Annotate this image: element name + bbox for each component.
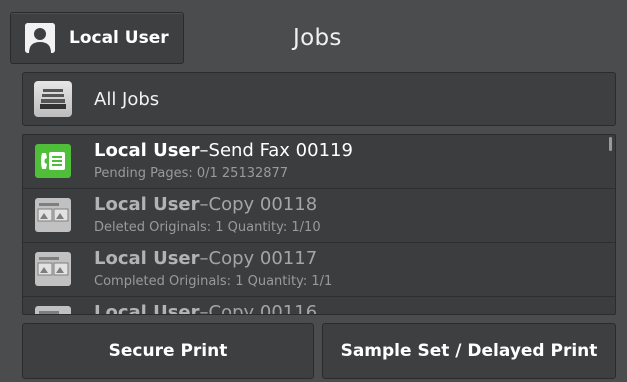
job-owner: Local User xyxy=(94,140,200,161)
job-name: Copy 00117 xyxy=(208,248,318,269)
job-detail: Deleted Originals: 1 Quantity: 1/10 xyxy=(94,220,321,235)
job-detail: Completed Originals: 1 Quantity: 1/1 xyxy=(94,274,333,289)
secure-print-button[interactable]: Secure Print xyxy=(22,323,314,379)
job-owner: Local User xyxy=(94,302,200,315)
job-list[interactable]: Local User–Send Fax 00119 Pending Pages:… xyxy=(22,134,616,315)
page-title: Jobs xyxy=(293,25,342,51)
user-avatar-icon xyxy=(25,23,55,53)
copy-icon xyxy=(35,198,71,232)
job-row[interactable]: Local User–Copy 00116 xyxy=(23,297,615,315)
copy-icon xyxy=(35,306,71,314)
all-jobs-label: All Jobs xyxy=(94,88,160,110)
job-name: Copy 00116 xyxy=(208,302,318,315)
job-name: Send Fax 00119 xyxy=(208,140,353,161)
copy-icon xyxy=(35,252,71,286)
user-button-label: Local User xyxy=(69,28,169,48)
job-owner: Local User xyxy=(94,194,200,215)
job-separator: – xyxy=(199,248,209,269)
job-tray-icon xyxy=(34,81,72,117)
job-title: Local User–Copy 00116 xyxy=(94,302,318,315)
fax-icon xyxy=(35,144,71,178)
job-name: Copy 00118 xyxy=(208,194,318,215)
job-separator: – xyxy=(199,302,209,315)
job-row[interactable]: Local User–Copy 00118 Deleted Originals:… xyxy=(23,189,615,243)
all-jobs-filter-button[interactable]: All Jobs xyxy=(22,72,616,126)
job-row[interactable]: Local User–Copy 00117 Completed Original… xyxy=(23,243,615,297)
jobs-screen: Local User Jobs All Jobs Local User–Send… xyxy=(0,0,627,382)
job-row[interactable]: Local User–Send Fax 00119 Pending Pages:… xyxy=(23,135,615,189)
job-title: Local User–Copy 00118 xyxy=(94,194,317,215)
job-detail: Pending Pages: 0/1 25132877 xyxy=(94,166,289,181)
job-owner: Local User xyxy=(94,248,200,269)
job-title: Local User–Send Fax 00119 xyxy=(94,140,353,161)
local-user-button[interactable]: Local User xyxy=(10,12,184,64)
job-separator: – xyxy=(199,194,209,215)
sample-set-delayed-print-button[interactable]: Sample Set / Delayed Print xyxy=(322,323,616,379)
job-title: Local User–Copy 00117 xyxy=(94,248,317,269)
job-separator: – xyxy=(199,140,209,161)
